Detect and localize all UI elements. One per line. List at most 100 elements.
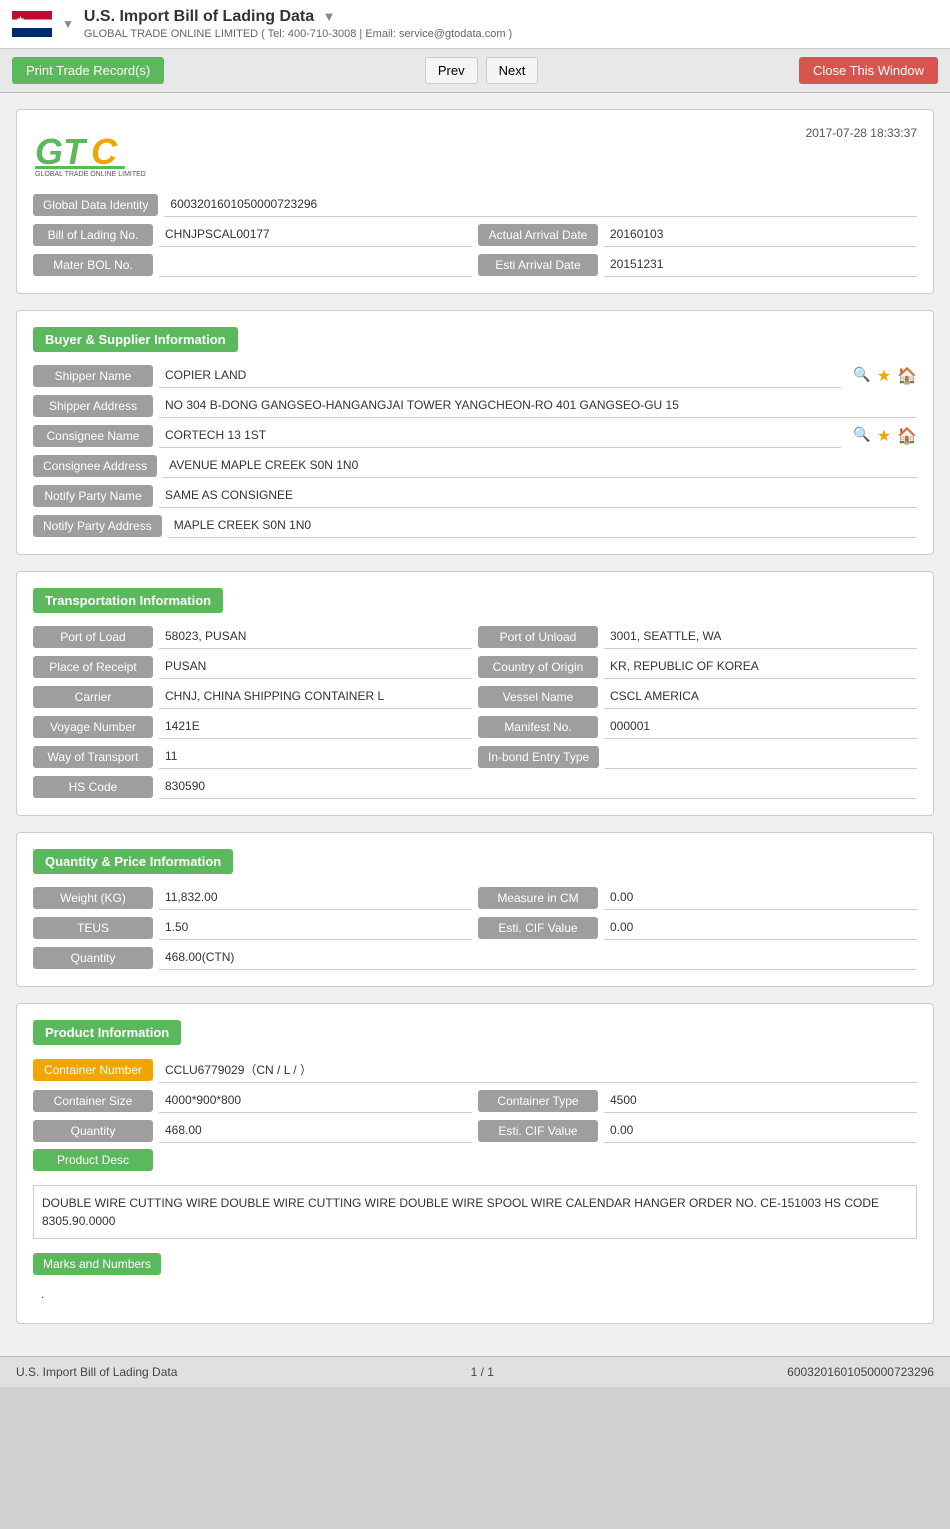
title-area: U.S. Import Bill of Lading Data ▼ GLOBAL… bbox=[84, 8, 938, 40]
header-card: G T C GLOBAL TRADE ONLINE LIMITED 2017-0… bbox=[16, 109, 934, 294]
consignee-icons: 🔍 ★ 🏠 bbox=[853, 426, 917, 446]
logo-row: G T C GLOBAL TRADE ONLINE LIMITED 2017-0… bbox=[33, 126, 917, 181]
global-data-identity-value: 6003201601050000723296 bbox=[164, 193, 917, 217]
consignee-name-value: CORTECH 13 1ST bbox=[159, 424, 841, 448]
product-quantity-pair: Quantity 468.00 bbox=[33, 1119, 472, 1143]
product-desc-value: DOUBLE WIRE CUTTING WIRE DOUBLE WIRE CUT… bbox=[33, 1185, 917, 1239]
notify-party-address-row: Notify Party Address MAPLE CREEK S0N 1N0 bbox=[33, 514, 917, 538]
consignee-name-label: Consignee Name bbox=[33, 425, 153, 447]
flag-dropdown[interactable]: ▼ bbox=[62, 17, 74, 31]
carrier-label: Carrier bbox=[33, 686, 153, 708]
quantity-label: Quantity bbox=[33, 947, 153, 969]
country-origin-pair: Country of Origin KR, REPUBLIC OF KOREA bbox=[478, 655, 917, 679]
teus-label: TEUS bbox=[33, 917, 153, 939]
global-data-identity-label: Global Data Identity bbox=[33, 194, 158, 216]
measure-cm-value: 0.00 bbox=[604, 886, 917, 910]
title-arrow[interactable]: ▼ bbox=[323, 9, 336, 24]
flag-icon bbox=[12, 11, 52, 37]
svg-text:T: T bbox=[63, 131, 88, 172]
port-of-unload-label: Port of Unload bbox=[478, 626, 598, 648]
quantity-row: Quantity 468.00(CTN) bbox=[33, 946, 917, 970]
product-desc-row: Product Desc bbox=[33, 1149, 917, 1171]
product-cif-pair: Esti. CIF Value 0.00 bbox=[478, 1119, 917, 1143]
shipper-name-label: Shipper Name bbox=[33, 365, 153, 387]
inbond-entry-label: In-bond Entry Type bbox=[478, 746, 599, 768]
voyage-pair: Voyage Number 1421E bbox=[33, 715, 472, 739]
consignee-name-row: Consignee Name CORTECH 13 1ST 🔍 ★ 🏠 bbox=[33, 424, 917, 448]
measure-pair: Measure in CM 0.00 bbox=[478, 886, 917, 910]
vessel-name-label: Vessel Name bbox=[478, 686, 598, 708]
product-esti-cif-label: Esti. CIF Value bbox=[478, 1120, 598, 1142]
transportation-title: Transportation Information bbox=[33, 588, 223, 613]
carrier-value: CHNJ, CHINA SHIPPING CONTAINER L bbox=[159, 685, 472, 709]
shipper-search-icon[interactable]: 🔍 bbox=[853, 366, 870, 386]
notify-party-address-label: Notify Party Address bbox=[33, 515, 162, 537]
port-load-pair: Port of Load 58023, PUSAN bbox=[33, 625, 472, 649]
next-button[interactable]: Next bbox=[486, 57, 539, 84]
carrier-pair: Carrier CHNJ, CHINA SHIPPING CONTAINER L bbox=[33, 685, 472, 709]
consignee-address-row: Consignee Address AVENUE MAPLE CREEK S0N… bbox=[33, 454, 917, 478]
container-type-label: Container Type bbox=[478, 1090, 598, 1112]
container-number-label: Container Number bbox=[33, 1059, 153, 1081]
logo: G T C GLOBAL TRADE ONLINE LIMITED bbox=[33, 126, 173, 181]
notify-party-name-row: Notify Party Name SAME AS CONSIGNEE bbox=[33, 484, 917, 508]
bill-of-lading-value: CHNJPSCAL00177 bbox=[159, 223, 472, 247]
toolbar: Print Trade Record(s) Prev Next Close Th… bbox=[0, 49, 950, 93]
hs-code-label: HS Code bbox=[33, 776, 153, 798]
container-type-pair: Container Type 4500 bbox=[478, 1089, 917, 1113]
hs-code-row: HS Code 830590 bbox=[33, 775, 917, 799]
close-button[interactable]: Close This Window bbox=[799, 57, 938, 84]
weight-kg-value: 11,832.00 bbox=[159, 886, 472, 910]
consignee-home-icon[interactable]: 🏠 bbox=[897, 426, 917, 446]
product-title: Product Information bbox=[33, 1020, 181, 1045]
measure-cm-label: Measure in CM bbox=[478, 887, 598, 909]
shipper-address-value: NO 304 B-DONG GANGSEO-HANGANGJAI TOWER Y… bbox=[159, 394, 917, 418]
port-unload-pair: Port of Unload 3001, SEATTLE, WA bbox=[478, 625, 917, 649]
mater-bol-row: Mater BOL No. Esti Arrival Date 20151231 bbox=[33, 253, 917, 277]
way-transport-pair: Way of Transport 11 bbox=[33, 745, 472, 769]
shipper-star-icon[interactable]: ★ bbox=[877, 366, 891, 386]
buyer-supplier-title: Buyer & Supplier Information bbox=[33, 327, 238, 352]
way-of-transport-value: 11 bbox=[159, 745, 472, 769]
esti-cif-value: 0.00 bbox=[604, 916, 917, 940]
esti-arrival-pair: Esti Arrival Date 20151231 bbox=[478, 253, 917, 277]
bol-pair: Bill of Lading No. CHNJPSCAL00177 bbox=[33, 223, 472, 247]
container-type-value: 4500 bbox=[604, 1089, 917, 1113]
port-row: Port of Load 58023, PUSAN Port of Unload… bbox=[33, 625, 917, 649]
weight-measure-row: Weight (KG) 11,832.00 Measure in CM 0.00 bbox=[33, 886, 917, 910]
port-of-load-value: 58023, PUSAN bbox=[159, 625, 472, 649]
actual-arrival-value: 20160103 bbox=[604, 223, 917, 247]
top-bar: ▼ U.S. Import Bill of Lading Data ▼ GLOB… bbox=[0, 0, 950, 49]
port-of-unload-value: 3001, SEATTLE, WA bbox=[604, 625, 917, 649]
actual-arrival-label: Actual Arrival Date bbox=[478, 224, 598, 246]
manifest-pair: Manifest No. 000001 bbox=[478, 715, 917, 739]
mater-bol-value bbox=[159, 253, 472, 277]
shipper-address-label: Shipper Address bbox=[33, 395, 153, 417]
footer-bar: U.S. Import Bill of Lading Data 1 / 1 60… bbox=[0, 1356, 950, 1387]
teus-cif-row: TEUS 1.50 Esti. CIF Value 0.00 bbox=[33, 916, 917, 940]
esti-arrival-value: 20151231 bbox=[604, 253, 917, 277]
consignee-star-icon[interactable]: ★ bbox=[877, 426, 891, 446]
shipper-home-icon[interactable]: 🏠 bbox=[897, 366, 917, 386]
transportation-section: Port of Load 58023, PUSAN Port of Unload… bbox=[33, 625, 917, 799]
container-size-label: Container Size bbox=[33, 1090, 153, 1112]
svg-text:C: C bbox=[91, 131, 118, 172]
way-of-transport-label: Way of Transport bbox=[33, 746, 153, 768]
prev-button[interactable]: Prev bbox=[425, 57, 478, 84]
timestamp: 2017-07-28 18:33:37 bbox=[806, 126, 917, 140]
global-data-identity-row: Global Data Identity 6003201601050000723… bbox=[33, 193, 917, 217]
buyer-supplier-section: Shipper Name COPIER LAND 🔍 ★ 🏠 Shipper A… bbox=[33, 364, 917, 538]
print-button[interactable]: Print Trade Record(s) bbox=[12, 57, 164, 84]
bill-of-lading-label: Bill of Lading No. bbox=[33, 224, 153, 246]
quantity-price-title: Quantity & Price Information bbox=[33, 849, 233, 874]
voyage-number-value: 1421E bbox=[159, 715, 472, 739]
product-section: Container Number CCLU6779029（CN / L / ） … bbox=[33, 1057, 917, 1307]
notify-party-address-value: MAPLE CREEK S0N 1N0 bbox=[168, 514, 917, 538]
product-desc-label: Product Desc bbox=[33, 1149, 153, 1171]
container-number-value: CCLU6779029（CN / L / ） bbox=[159, 1057, 917, 1083]
marks-numbers-row: Marks and Numbers bbox=[33, 1253, 917, 1275]
port-of-load-label: Port of Load bbox=[33, 626, 153, 648]
carrier-vessel-row: Carrier CHNJ, CHINA SHIPPING CONTAINER L… bbox=[33, 685, 917, 709]
product-card: Product Information Container Number CCL… bbox=[16, 1003, 934, 1324]
consignee-search-icon[interactable]: 🔍 bbox=[853, 426, 870, 446]
